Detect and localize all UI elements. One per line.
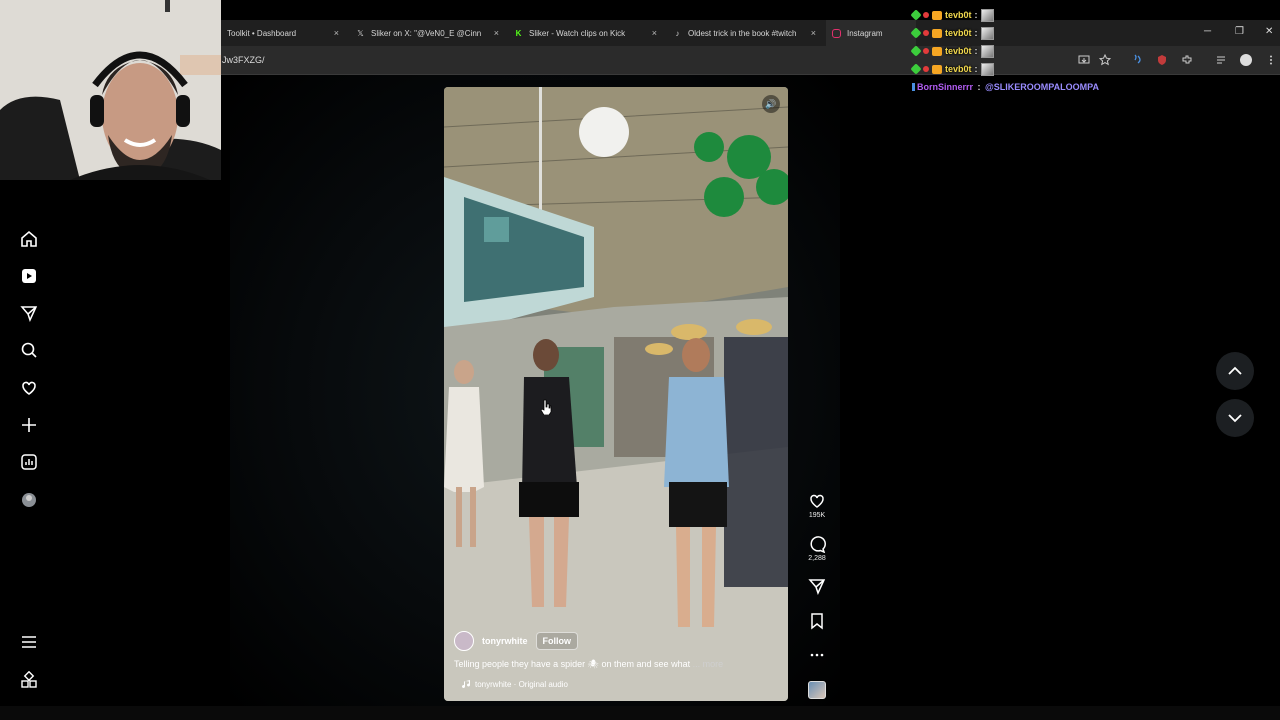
author-avatar[interactable] (454, 631, 474, 651)
emote-icon (980, 44, 994, 58)
reel-video-frame (444, 87, 788, 701)
audio-row[interactable]: tonyrwhite · Original audio (454, 680, 774, 689)
chat-separator: : (974, 10, 978, 20)
comment-count: 2,288 (808, 555, 826, 562)
nav-reels-icon[interactable] (20, 267, 38, 285)
tab-instagram[interactable]: Instagram (826, 20, 916, 46)
save-button[interactable] (804, 612, 830, 630)
sub-badge-icon (910, 63, 922, 75)
stream-chat-overlay: tevb0t : tevb0t : tevb0t : tevb0t : Born… (910, 0, 1272, 100)
tab-label: Toolkit • Dashboard (227, 28, 297, 38)
audio-thumbnail[interactable] (808, 681, 826, 699)
like-button[interactable]: 195K (804, 492, 830, 519)
tab-label: Instagram (847, 28, 883, 38)
prime-badge-icon (923, 66, 929, 72)
prime-badge-icon (923, 48, 929, 54)
nav-notifications-heart-icon[interactable] (20, 379, 38, 397)
emote-icon (980, 8, 994, 22)
chat-badge-icon (912, 83, 915, 91)
bot-badge-icon (932, 64, 942, 74)
hand-cursor-icon (540, 399, 552, 415)
music-note-icon (462, 680, 471, 689)
chevron-down-icon (1228, 414, 1242, 423)
kick-logo-icon: K (515, 28, 522, 38)
nav-create-plus-icon[interactable] (20, 416, 38, 434)
chat-username: tevb0t (945, 10, 972, 20)
mute-toggle-button[interactable]: 🔊 (762, 95, 780, 113)
reel-video[interactable]: 🔊 tonyrwhite Follow Telling people they … (444, 87, 788, 701)
chat-separator: : (974, 64, 978, 74)
previous-reel-button[interactable] (1216, 352, 1254, 390)
author-username[interactable]: tonyrwhite (482, 636, 528, 646)
instagram-logo-icon (832, 28, 841, 38)
bot-badge-icon (932, 28, 942, 38)
comment-bubble-icon (810, 536, 826, 553)
x-logo-icon: 𝕏 (357, 28, 364, 38)
nav-profile-avatar[interactable] (20, 491, 38, 509)
url-text[interactable]: Jw3FXZG/ (222, 55, 265, 65)
sub-badge-icon (910, 27, 922, 39)
nav-more-menu-icon[interactable] (20, 633, 38, 651)
comment-button[interactable]: 2,288 (804, 535, 830, 562)
chat-message-text: @SLIKEROOMPALOOMPA (985, 82, 1099, 92)
emote-icon (980, 62, 994, 76)
tab-close-icon[interactable]: × (811, 28, 816, 38)
chat-username: tevb0t (945, 46, 972, 56)
webcam-overlay (0, 0, 221, 180)
follow-button[interactable]: Follow (535, 632, 579, 650)
chat-line: tevb0t : (910, 61, 994, 77)
chat-separator: : (974, 28, 978, 38)
heart-icon (810, 494, 824, 508)
next-reel-button[interactable] (1216, 399, 1254, 437)
tab-x-sliker[interactable]: 𝕏 Sliker on X: "@VeN0_E @Cinnal × (350, 20, 505, 46)
reel-caption: Telling people they have a spider 🕷 on t… (454, 659, 774, 670)
nav-dashboard-icon[interactable] (20, 453, 38, 471)
tab-close-icon[interactable]: × (334, 28, 339, 38)
bookmark-icon (811, 613, 823, 630)
tab-close-icon[interactable]: × (652, 28, 657, 38)
tab-kick-sliker[interactable]: K Sliker - Watch clips on Kick × (508, 20, 663, 46)
reel-info: tonyrwhite Follow Telling people they ha… (454, 631, 774, 689)
chat-username: BornSinnerrr (917, 82, 974, 92)
author-row: tonyrwhite Follow (454, 631, 774, 651)
chat-line: tevb0t : (910, 7, 994, 23)
share-button[interactable] (804, 577, 830, 595)
audio-label: tonyrwhite · Original audio (475, 680, 568, 689)
tab-tiktok[interactable]: ♪ Oldest trick in the book #twitch × (667, 20, 822, 46)
caption-text: Telling people they have a spider 🕷 on t… (454, 659, 691, 669)
prime-badge-icon (923, 30, 929, 36)
emote-icon (980, 26, 994, 40)
chat-message-line: BornSinnerrr : @SLIKEROOMPALOOMPA (912, 79, 1099, 95)
chevron-up-icon (1228, 366, 1242, 375)
chat-username: tevb0t (945, 64, 972, 74)
chat-line: tevb0t : (910, 25, 994, 41)
bot-badge-icon (932, 10, 942, 20)
nav-messages-icon[interactable] (20, 304, 38, 322)
tiktok-logo-icon: ♪ (675, 28, 680, 38)
bot-badge-icon (932, 46, 942, 56)
bottom-strip (0, 706, 1280, 720)
prime-badge-icon (923, 12, 929, 18)
send-icon (808, 579, 826, 595)
chat-line: tevb0t : (910, 43, 994, 59)
webcam-feed (0, 0, 221, 180)
nav-home-icon[interactable] (20, 230, 38, 248)
nav-also-from-meta-icon[interactable] (20, 671, 38, 689)
like-count: 195K (808, 512, 826, 519)
caption-more-link[interactable]: ... more (693, 659, 724, 669)
tab-label: Oldest trick in the book #twitch (688, 28, 797, 38)
sub-badge-icon (910, 9, 922, 21)
tab-toolkit[interactable]: Toolkit • Dashboard × (221, 20, 345, 46)
tab-close-icon[interactable]: × (494, 28, 499, 38)
nav-search-icon[interactable] (20, 341, 38, 359)
sub-badge-icon (910, 45, 922, 57)
tab-label: Sliker - Watch clips on Kick (529, 28, 626, 38)
chat-separator: : (974, 46, 978, 56)
tab-label: Sliker on X: "@VeN0_E @Cinnal (371, 28, 481, 38)
chat-separator: : (975, 82, 984, 92)
ellipsis-icon (810, 653, 824, 657)
more-options-button[interactable] (804, 646, 830, 664)
screen: Toolkit • Dashboard × 𝕏 Sliker on X: "@V… (0, 0, 1280, 720)
chat-username: tevb0t (945, 28, 972, 38)
